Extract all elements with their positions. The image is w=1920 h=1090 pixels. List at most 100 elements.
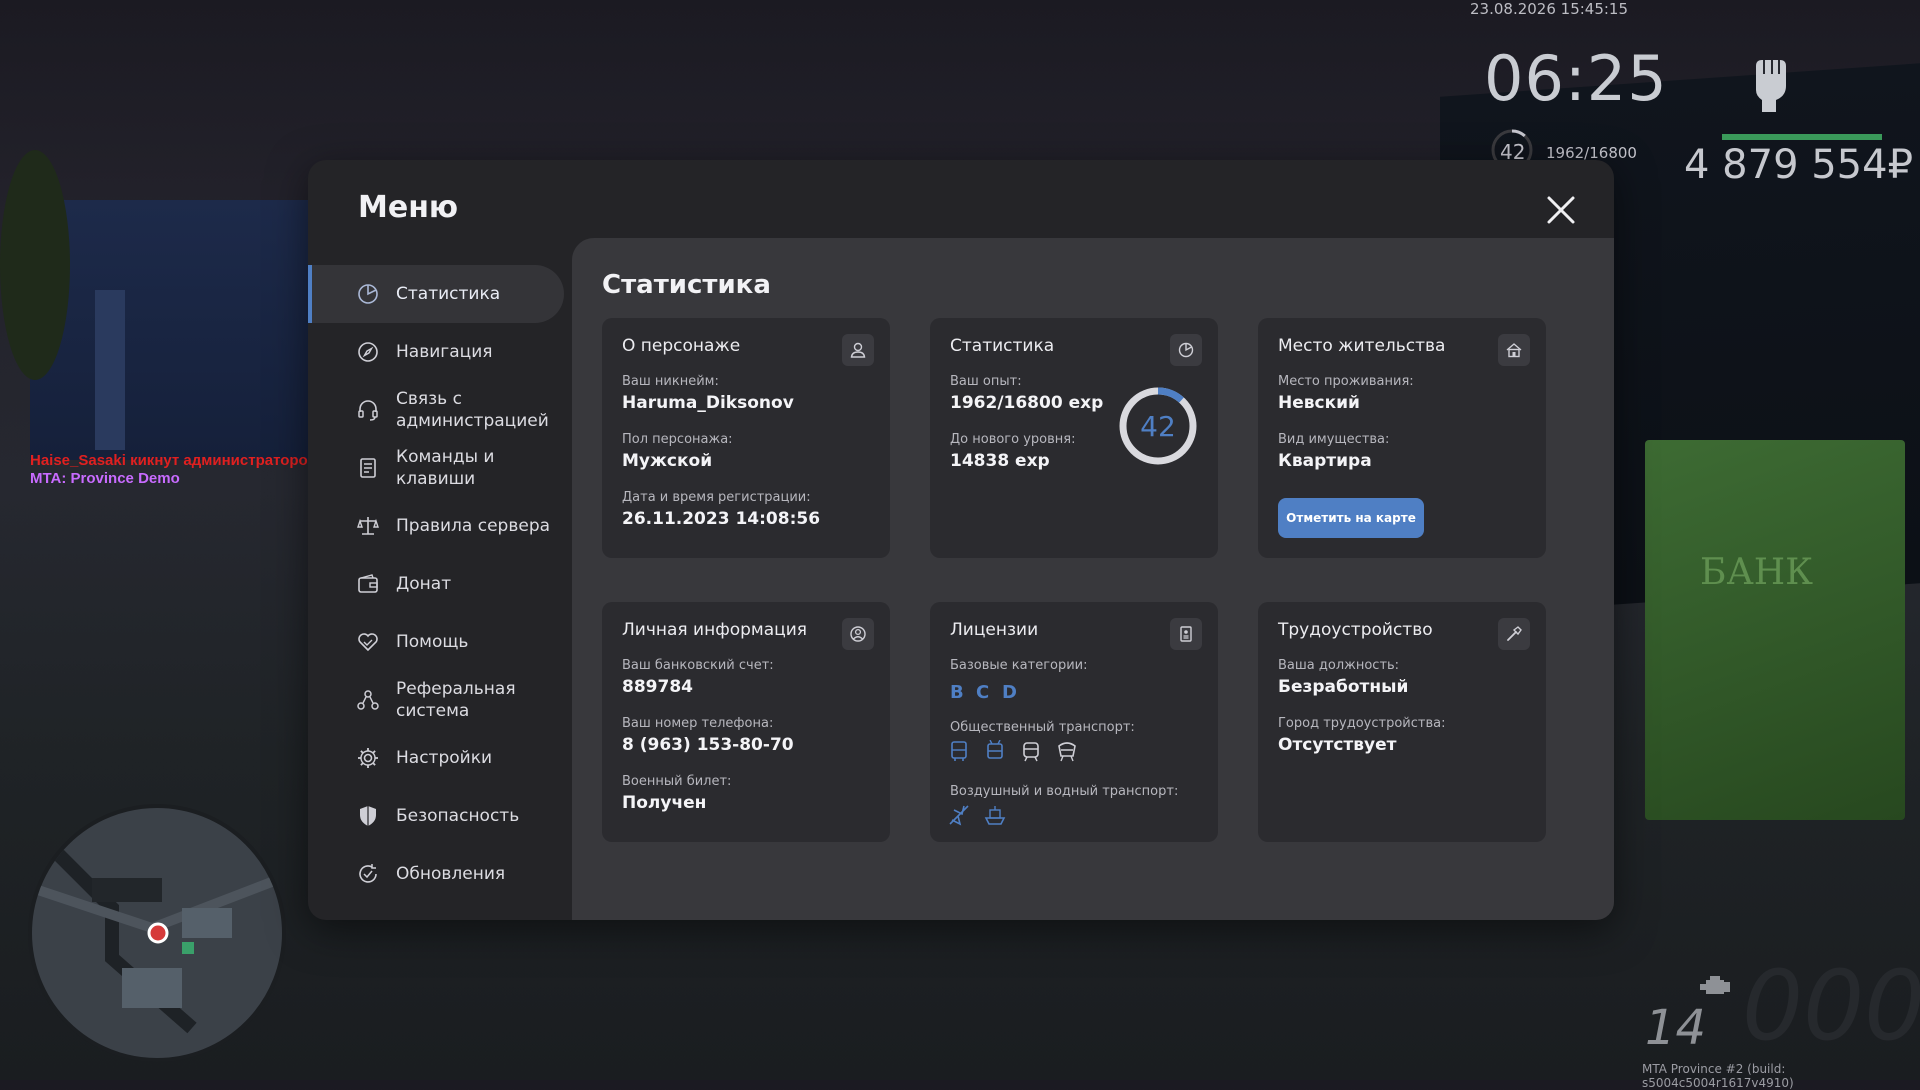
sidebar-item-rules[interactable]: Правила сервера	[308, 497, 564, 555]
menu-title: Меню	[358, 190, 459, 225]
property-type-value: Квартира	[1278, 451, 1372, 471]
experience-value: 1962/16800 exp	[950, 393, 1104, 413]
license-category-b: B	[950, 682, 964, 703]
compass-icon	[358, 342, 378, 362]
document-icon	[360, 458, 376, 478]
shield-icon	[360, 806, 376, 826]
refresh-check-icon	[359, 864, 377, 883]
card-title: Место жительства	[1278, 336, 1446, 356]
sidebar-item-navigation[interactable]: Навигация	[308, 323, 564, 381]
card-icon	[842, 618, 874, 650]
sidebar-item-label: Обновления	[396, 864, 506, 884]
card-icon	[1498, 334, 1530, 366]
scales-icon	[357, 517, 379, 535]
license-document-icon	[1180, 626, 1192, 642]
sidebar-item-label: Безопасность	[396, 806, 520, 826]
residence-place-value: Невский	[1278, 393, 1360, 413]
next-level-value: 14838 exp	[950, 451, 1050, 471]
sidebar-nav: Статистика Навигация Связь с администрац…	[308, 265, 564, 903]
sidebar-item-commands[interactable]: Команды и клавиши	[308, 439, 564, 497]
hud-money: 4 879 554₽	[1684, 142, 1914, 188]
card-title: О персонаже	[622, 336, 741, 356]
sidebar-item-updates[interactable]: Обновления	[308, 845, 564, 903]
user-icon	[850, 342, 866, 358]
phone-value: 8 (963) 153-80-70	[622, 735, 794, 755]
job-position-value: Безработный	[1278, 677, 1409, 697]
sidebar-item-security[interactable]: Безопасность	[308, 787, 564, 845]
base-categories-label: Базовые категории:	[950, 658, 1088, 673]
job-position-label: Ваша должность:	[1278, 658, 1400, 673]
gender-value: Мужской	[622, 451, 713, 471]
card-title: Статистика	[950, 336, 1055, 356]
card-title: Лицензии	[950, 620, 1039, 640]
engine-icon	[1700, 976, 1730, 994]
card-licenses: Лицензии Базовые категории: B C D Общест…	[930, 602, 1218, 842]
level-value: 42	[1140, 409, 1176, 443]
network-icon	[357, 690, 379, 710]
sidebar-item-label: Помощь	[396, 632, 469, 652]
sidebar-item-label: Связь с администрацией	[396, 389, 549, 431]
wallet-icon	[358, 574, 378, 593]
bank-account-value: 889784	[622, 677, 693, 697]
sidebar-item-label: Навигация	[396, 342, 493, 362]
card-personal-info: Личная информация Ваш банковский счет: 8…	[602, 602, 890, 842]
metro-icon	[1058, 742, 1076, 762]
residence-place-label: Место проживания:	[1278, 374, 1414, 389]
minimap	[28, 804, 286, 1062]
card-icon	[1170, 618, 1202, 650]
sidebar-item-contact-admin[interactable]: Связь с администрацией	[308, 381, 564, 439]
sidebar-item-donate[interactable]: Донат	[308, 555, 564, 613]
heart-hands-icon	[358, 633, 378, 652]
content-panel: Статистика О персонаже Ваш никнейм: Haru…	[572, 238, 1614, 920]
license-category-c: C	[976, 682, 990, 703]
job-city-value: Отсутствует	[1278, 735, 1397, 755]
hud-health-bar	[1722, 134, 1882, 140]
bank-sign	[1645, 440, 1905, 820]
bank-account-label: Ваш банковский счет:	[622, 658, 774, 673]
pie-chart-icon	[1178, 342, 1194, 358]
gender-label: Пол персонажа:	[622, 432, 733, 447]
hud-datetime: 23.08.2026 15:45:15	[1470, 0, 1629, 18]
trolleybus-icon	[987, 740, 1003, 759]
chat-server-line: MTA: Province Demo	[30, 470, 180, 487]
bank-sign-text: БАНК	[1700, 552, 1813, 593]
sidebar-item-settings[interactable]: Настройки	[308, 729, 564, 787]
job-city-label: Город трудоустройства:	[1278, 716, 1446, 731]
house-icon	[1506, 343, 1522, 358]
page-title: Статистика	[602, 270, 771, 300]
sidebar-item-statistics[interactable]: Статистика	[308, 265, 564, 323]
registration-value: 26.11.2023 14:08:56	[622, 509, 821, 529]
user-circle-icon	[850, 626, 866, 642]
background-building	[30, 200, 330, 460]
card-icon	[842, 334, 874, 366]
build-info: MTA Province #2 (build: s5004c5004r1617v…	[1642, 1062, 1794, 1090]
plane-icon	[949, 805, 969, 826]
sidebar-item-label: Реферальная система	[396, 679, 516, 721]
nickname-label: Ваш никнейм:	[622, 374, 719, 389]
pie-chart-icon	[358, 284, 378, 304]
sidebar-item-help[interactable]: Помощь	[308, 613, 564, 671]
card-employment: Трудоустройство Ваша должность: Безработ…	[1258, 602, 1546, 842]
mark-on-map-button[interactable]: Отметить на карте	[1278, 498, 1424, 538]
card-residence: Место жительства Место проживания: Невск…	[1258, 318, 1546, 558]
close-icon[interactable]	[1543, 192, 1579, 228]
experience-label: Ваш опыт:	[950, 374, 1022, 389]
military-id-label: Военный билет:	[622, 774, 732, 789]
nickname-value: Haruma_Diksonov	[622, 393, 794, 413]
card-title: Личная информация	[622, 620, 808, 640]
boat-icon	[984, 806, 1006, 825]
gear-icon	[358, 748, 378, 768]
sidebar-item-label: Статистика	[396, 284, 501, 304]
sidebar-item-referral[interactable]: Реферальная система	[308, 671, 564, 729]
menu-window: Меню Статистика Навигация Связь с админи…	[308, 160, 1614, 920]
sidebar-item-label: Команды и клавиши	[396, 447, 495, 489]
card-icon	[1170, 334, 1202, 366]
bus-icon	[951, 741, 967, 761]
military-id-value: Получен	[622, 793, 707, 813]
air-water-transport-label: Воздушный и водный транспорт:	[950, 784, 1179, 799]
sidebar-item-label: Настройки	[396, 748, 493, 768]
public-transport-label: Общественный транспорт:	[950, 720, 1135, 735]
tram-icon	[1023, 742, 1039, 762]
sidebar-item-label: Правила сервера	[396, 516, 551, 536]
card-icon	[1498, 618, 1530, 650]
